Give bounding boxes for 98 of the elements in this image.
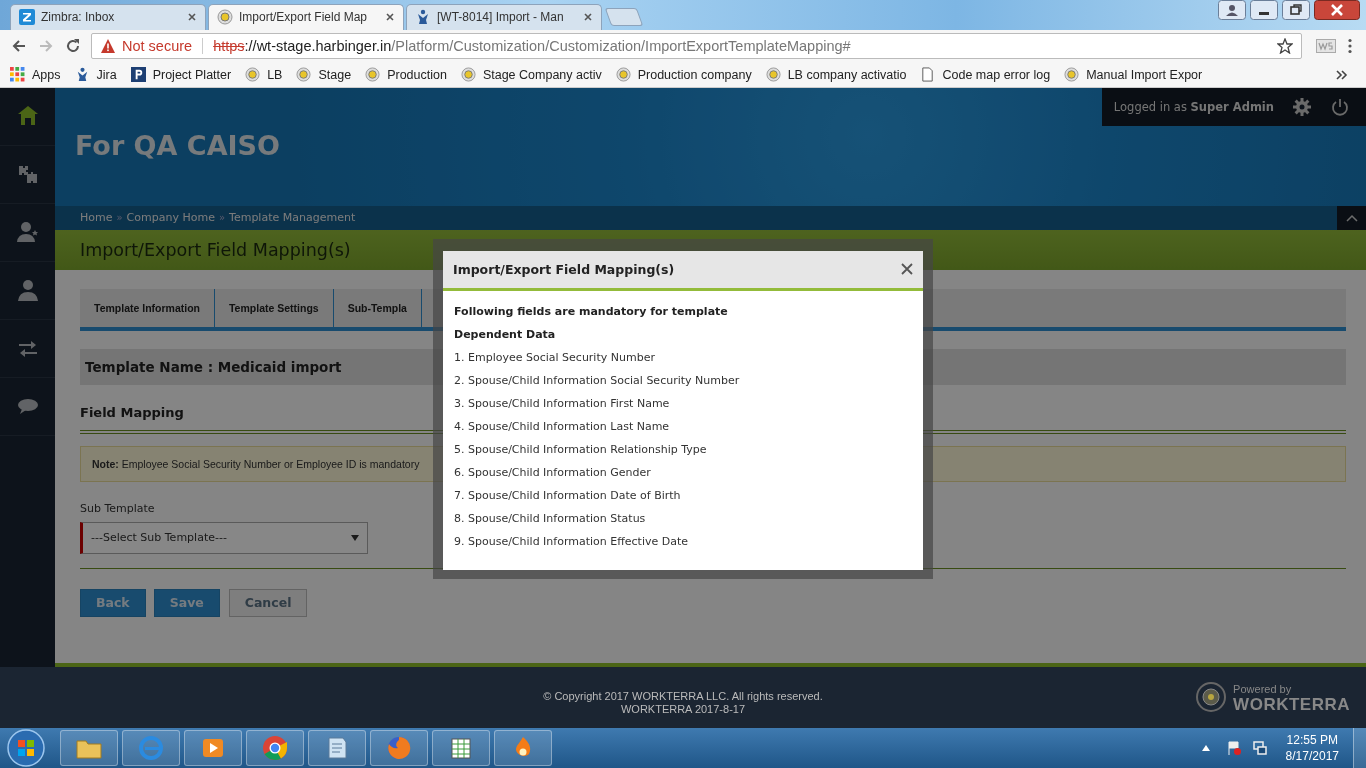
brand-name: WORKTERRA xyxy=(1233,697,1350,713)
circle-logo-icon xyxy=(1064,67,1080,83)
circle-logo-icon xyxy=(615,67,631,83)
close-icon[interactable] xyxy=(1314,0,1360,20)
e-logo-icon xyxy=(137,734,165,762)
modal-intro: Following fields are mandatory for template xyxy=(454,304,729,320)
bookmark[interactable]: Jira xyxy=(74,67,117,83)
browser-tab[interactable]: [WT-8014] Import - Man xyxy=(406,3,602,30)
sub-template-dropdown[interactable]: ---Select Sub Template--- xyxy=(80,521,368,554)
bookmark[interactable]: Stage xyxy=(296,67,352,83)
mandatory-field: 3. Spouse/Child Information First Name xyxy=(454,396,912,420)
user-icon[interactable] xyxy=(1218,0,1246,20)
menu-icon[interactable] xyxy=(1348,38,1352,55)
circle-logo-icon xyxy=(460,67,476,83)
z-logo-icon xyxy=(19,9,35,26)
close-icon[interactable] xyxy=(385,12,395,23)
taskbar-app[interactable] xyxy=(432,730,490,766)
breadcrumb-separator: » xyxy=(218,212,226,224)
circle-logo-icon xyxy=(217,9,233,26)
circle-logo-icon xyxy=(296,67,312,83)
close-icon[interactable] xyxy=(901,263,913,276)
page-title: Import/Export Field Mapping(s) xyxy=(80,239,351,260)
mandatory-field: 1. Employee Social Security Number xyxy=(454,350,912,374)
taskbar-app[interactable] xyxy=(60,730,118,766)
show-desktop-button[interactable] xyxy=(1353,728,1366,768)
mandatory-field: 9. Spouse/Child Information Effective Date xyxy=(454,534,912,558)
mandatory-field: 7. Spouse/Child Information Date of Birth xyxy=(454,488,912,512)
copyright-text: © Copyright 2017 WORKTERRA LLC. All rights reserved. xyxy=(543,689,823,703)
warning-icon xyxy=(100,38,116,55)
reload-icon[interactable] xyxy=(65,38,81,55)
browser-tab[interactable]: Zimbra: Inbox xyxy=(10,3,206,30)
apps-grid-icon xyxy=(10,67,25,83)
group-heading: Dependent Data xyxy=(454,327,557,343)
bookmark[interactable]: Production xyxy=(365,67,447,83)
taskbar-app[interactable] xyxy=(494,730,552,766)
flag-icon[interactable] xyxy=(1225,740,1242,756)
field-label: Sub Template xyxy=(80,501,156,515)
circle-logo-icon xyxy=(765,67,781,83)
settings-icon[interactable] xyxy=(1292,96,1312,117)
bookmark[interactable]: Manual Import Expor xyxy=(1064,67,1203,83)
start-button[interactable] xyxy=(6,728,46,768)
mandatory-field: 6. Spouse/Child Information Gender xyxy=(454,465,912,489)
mandatory-field: 4. Spouse/Child Information Last Name xyxy=(454,419,912,443)
note-text: Note: Employee Social Security Number or Employee ID is mandatory xyxy=(92,457,420,470)
minimize-icon[interactable] xyxy=(1250,0,1278,20)
taskbar-app[interactable] xyxy=(246,730,304,766)
bookmark[interactable]: LB xyxy=(245,67,283,83)
tab[interactable]: Template Information xyxy=(80,288,215,327)
security-status: Not secure xyxy=(122,38,193,55)
extension-icon[interactable] xyxy=(1316,39,1336,54)
browser-tab[interactable]: Import/Export Field Map xyxy=(208,3,404,30)
bookmark[interactable]: Code map error log xyxy=(920,67,1051,83)
clock[interactable]: 12:55 PM 8/17/2017 xyxy=(1285,732,1339,764)
page-icon xyxy=(920,67,936,83)
taskbar-app[interactable] xyxy=(308,730,366,766)
date-text: 8/17/2017 xyxy=(1285,748,1339,764)
fox-icon xyxy=(385,734,413,762)
caret-up-icon[interactable] xyxy=(1201,745,1210,751)
mandatory-field: 8. Spouse/Child Information Status xyxy=(454,511,912,535)
bookmark[interactable]: LB company activatio xyxy=(765,67,907,83)
taskbar-app[interactable] xyxy=(122,730,180,766)
close-icon[interactable] xyxy=(583,12,593,23)
bookmark[interactable]: Stage Company activ xyxy=(460,67,602,83)
version-text: WORKTERRA 2017-8-17 xyxy=(619,702,747,716)
time-text: 12:55 PM xyxy=(1286,732,1338,748)
figure-icon xyxy=(415,9,431,26)
breadcrumb-separator: » xyxy=(116,212,123,224)
chrome-icon xyxy=(261,734,289,762)
bookmark[interactable]: Project Platter xyxy=(130,67,232,83)
address-bar[interactable]: Not secure https://wt-stage.harbinger.in/Platform/Customization/Customization/ImportExportTemplateMapping# xyxy=(91,33,1302,60)
double-chevron-icon[interactable] xyxy=(1336,69,1348,80)
mandatory-field: 5. Spouse/Child Information Relationship Type xyxy=(454,442,912,466)
close-icon[interactable] xyxy=(187,12,197,23)
bookmark[interactable]: Production company xyxy=(615,67,752,83)
power-icon[interactable] xyxy=(1330,96,1350,117)
user-icon xyxy=(15,278,40,303)
star-icon[interactable] xyxy=(1277,38,1293,55)
taskbar-app[interactable] xyxy=(370,730,428,766)
template-name: Template Name : Medicaid import xyxy=(85,358,342,375)
p-logo-icon xyxy=(130,67,146,83)
circle-logo-icon xyxy=(245,67,261,83)
url-text: https://wt-stage.harbinger.in/Platform/Customization/Customization/ImportExportTemplateMapping# xyxy=(213,38,852,55)
circle-logo-icon xyxy=(365,67,381,83)
restore-icon[interactable] xyxy=(1282,0,1310,20)
network-icon[interactable] xyxy=(1251,740,1268,756)
taskbar-app[interactable] xyxy=(184,730,242,766)
login-text: Logged in as Super Admin xyxy=(1113,99,1274,114)
user-star-icon xyxy=(15,220,40,245)
tab[interactable]: Sub-Templa xyxy=(333,288,422,327)
tab[interactable]: Template Settings xyxy=(215,288,334,327)
company-name: For QA CAISO xyxy=(75,130,281,162)
bookmark[interactable]: Apps xyxy=(10,67,61,83)
dropdown-arrow-icon xyxy=(351,534,359,541)
mandatory-field: 2. Spouse/Child Information Social Security Number xyxy=(454,373,912,397)
ring-logo-icon xyxy=(1195,681,1228,714)
modal-title: Import/Export Field Mapping(s) xyxy=(453,261,675,277)
chevron-up-icon xyxy=(1345,213,1358,222)
powered-by-text: Powered by xyxy=(1233,682,1293,698)
